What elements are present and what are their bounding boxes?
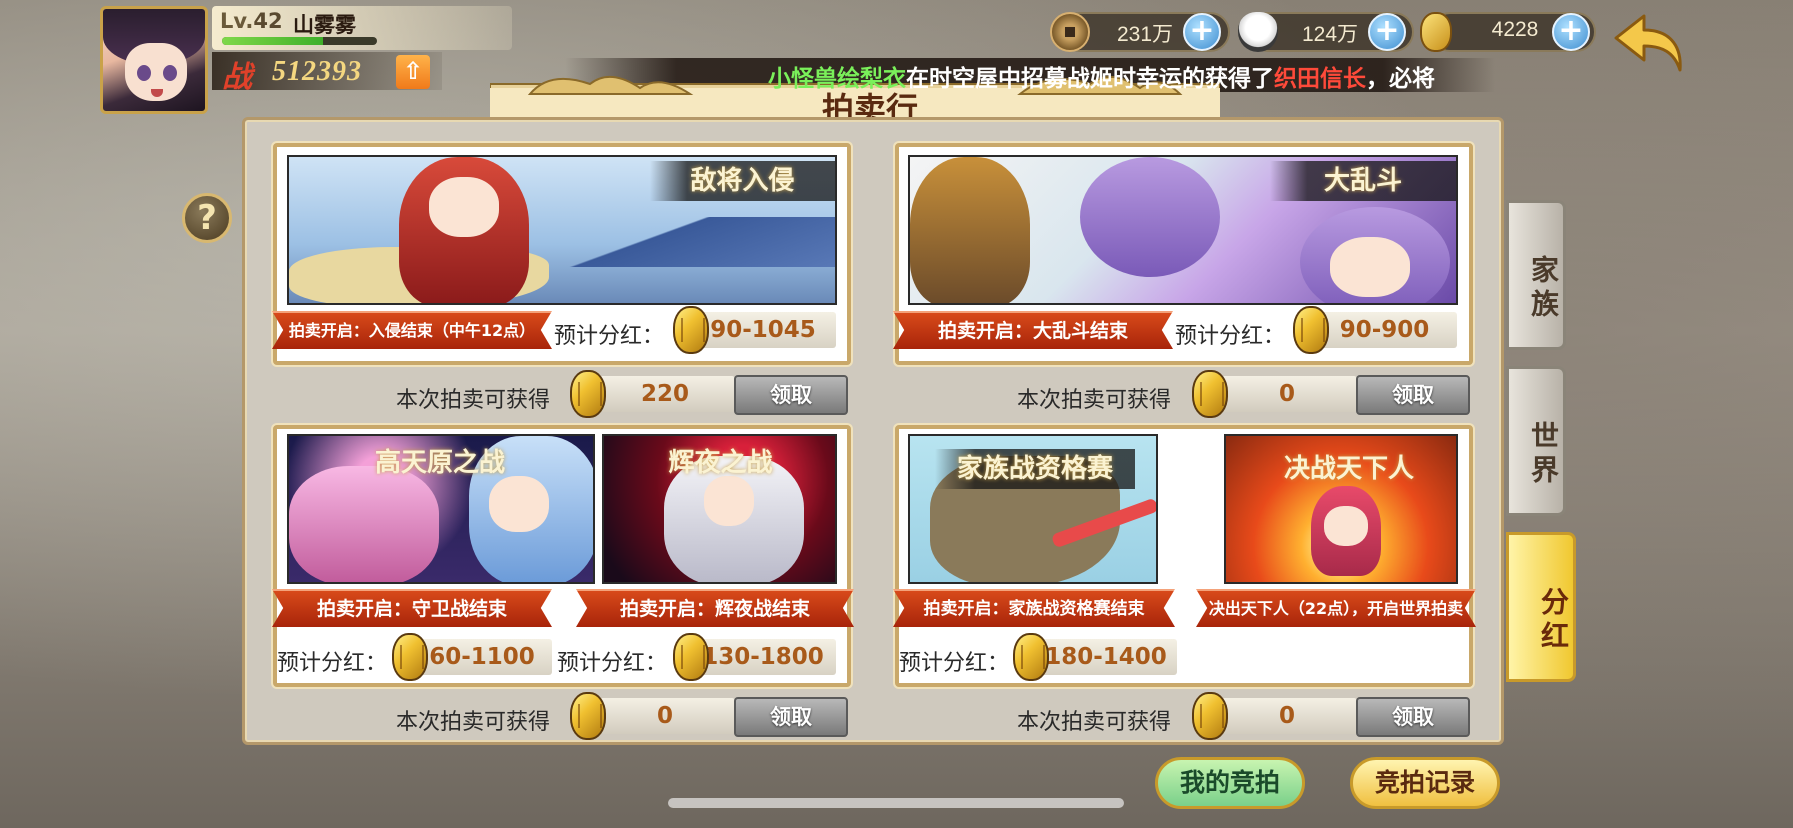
- ticker-middle: 在时空屋中招募战姬时幸运的获得了: [906, 66, 1274, 92]
- brawl-open-condition: 拍卖开启：大乱斗结束: [893, 311, 1173, 349]
- gold-coin-icon: [570, 370, 606, 418]
- player-level: Lv.42: [220, 9, 283, 33]
- gold-coin-icon: [1293, 306, 1329, 354]
- kaguya-title: 辉夜之战: [668, 448, 773, 478]
- invasion-claim-button[interactable]: 领取: [734, 375, 848, 415]
- row2-right-claim-button[interactable]: 领取: [1356, 697, 1470, 737]
- invasion-est-value: 90-1045: [690, 312, 836, 348]
- gold-coin-icon: [1420, 12, 1452, 52]
- takamagahara-est-label: 预计分红：: [277, 651, 388, 676]
- brawl-title: 大乱斗: [1270, 161, 1456, 201]
- tab-world[interactable]: 世界: [1506, 366, 1566, 516]
- invasion-earn-label: 本次拍卖可获得: [396, 388, 551, 413]
- row2-left-earn-value: 0: [595, 698, 735, 734]
- takamagahara-open-condition: 拍卖开启：守卫战结束: [272, 589, 552, 627]
- kaguya-open-condition: 拍卖开启：辉夜战结束: [576, 589, 854, 627]
- brawl-est-value: 90-900: [1312, 312, 1457, 348]
- power-up-arrow-icon[interactable]: ⇧: [396, 55, 430, 89]
- ticker-tail: ，必将: [1366, 66, 1435, 92]
- invasion-title: 敌将入侵: [650, 161, 835, 201]
- gold-coin-icon: [673, 306, 709, 354]
- gold-coin-icon: [570, 692, 606, 740]
- exp-bar-fill: [222, 37, 323, 45]
- takamagahara-est-value: 60-1100: [412, 639, 552, 675]
- help-button[interactable]: ?: [182, 193, 232, 243]
- family-qual-est-value: 180-1400: [1035, 639, 1177, 675]
- tab-world-label: 世界: [1527, 421, 1560, 489]
- back-arrow-icon[interactable]: [1610, 8, 1690, 78]
- rice-ball-icon: [1238, 12, 1278, 52]
- takamagahara-title: 高天原之战: [374, 448, 505, 478]
- tab-dividend-label: 分红: [1537, 587, 1570, 655]
- power-value: 512393: [272, 56, 362, 87]
- invasion-earn-value: 220: [595, 376, 735, 412]
- family-qual-open-condition: 拍卖开启：家族战资格赛结束: [893, 589, 1175, 627]
- row2-right-earn-label: 本次拍卖可获得: [1017, 710, 1172, 735]
- gold-coin-icon: [1192, 370, 1228, 418]
- bid-record-button[interactable]: 竞拍记录: [1350, 757, 1500, 809]
- family-qual-title: 家族战资格赛: [935, 449, 1135, 489]
- exp-bar: [222, 37, 377, 45]
- gold-coin-icon: [1192, 692, 1228, 740]
- add-rice-button[interactable]: +: [1368, 13, 1406, 51]
- kaguya-est-value: 130-1800: [690, 639, 836, 675]
- power-label: 战: [222, 60, 252, 95]
- brawl-earn-value: 0: [1217, 376, 1357, 412]
- gold-coin-icon: [1013, 633, 1049, 681]
- tab-dividend[interactable]: 分红: [1506, 532, 1576, 682]
- player-avatar[interactable]: [100, 6, 208, 114]
- copper-coin-icon: [1050, 12, 1090, 52]
- decisive-title: 决战天下人: [1283, 454, 1414, 484]
- gold-coin-icon: [673, 633, 709, 681]
- kaguya-est-label: 预计分红：: [557, 651, 668, 676]
- invasion-open-condition: 拍卖开启：入侵结束（中午12点）: [272, 311, 552, 349]
- ticker-item: 织田信长: [1274, 66, 1366, 92]
- tab-family[interactable]: 家族: [1506, 200, 1566, 350]
- my-bids-button[interactable]: 我的竞拍: [1155, 757, 1305, 809]
- row2-right-earn-value: 0: [1217, 698, 1357, 734]
- row2-left-earn-label: 本次拍卖可获得: [396, 710, 551, 735]
- invasion-est-label: 预计分红：: [554, 324, 665, 349]
- gold-coin-icon: [392, 633, 428, 681]
- add-gold-button[interactable]: +: [1552, 13, 1590, 51]
- player-name: 山雾雾: [293, 13, 356, 37]
- home-indicator[interactable]: [668, 798, 1124, 808]
- brawl-claim-button[interactable]: 领取: [1356, 375, 1470, 415]
- currency-rice-value: 124万: [1301, 23, 1359, 46]
- add-copper-button[interactable]: +: [1183, 13, 1221, 51]
- decisive-open-condition: 决出天下人（22点），开启世界拍卖: [1196, 589, 1476, 627]
- tab-family-label: 家族: [1527, 255, 1560, 323]
- brawl-est-label: 预计分红：: [1175, 324, 1286, 349]
- family-qual-est-label: 预计分红：: [899, 651, 1010, 676]
- row2-left-claim-button[interactable]: 领取: [734, 697, 848, 737]
- brawl-earn-label: 本次拍卖可获得: [1017, 388, 1172, 413]
